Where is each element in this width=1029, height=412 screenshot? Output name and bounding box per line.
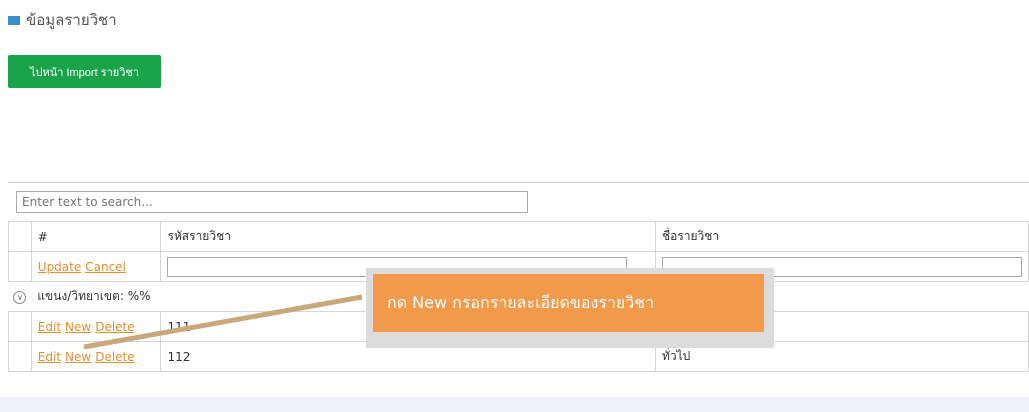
callout-pointer-arrow xyxy=(83,294,363,350)
callout-text: กด New กรอกรายละเอียดของรายวิชา xyxy=(373,274,764,332)
instruction-callout: กด New กรอกรายละเอียดของรายวิชา xyxy=(366,268,774,348)
